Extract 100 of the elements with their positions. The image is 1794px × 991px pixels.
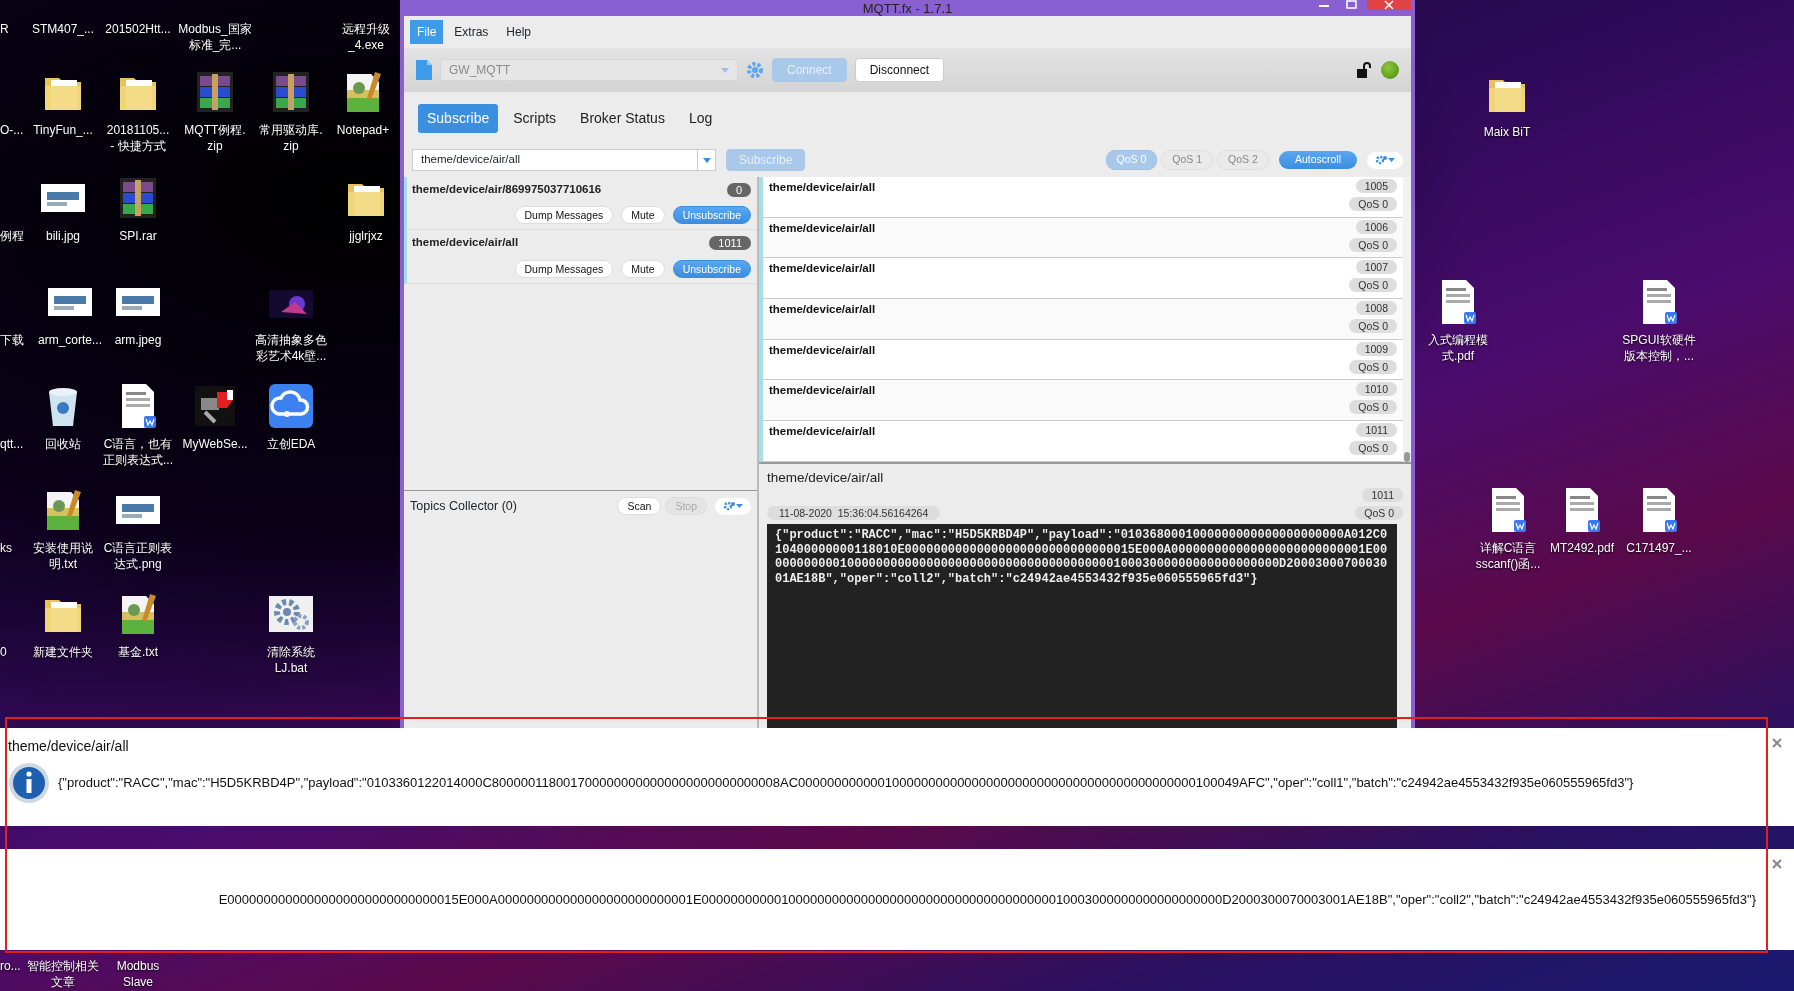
caret-icon [721, 67, 729, 73]
notification-message: {"product":"RACC","mac":"H5D5KRBD4P","payload":"0103360122014000C8000001180017000000000000000000000000008AC0000000000001000000000000000000000000000000000000000000100049AFC","oper":"coll1","batch":"c24942ae4553432f935e060555965fd3"} [58, 774, 1634, 793]
icon-label[interactable]: qtt... [0, 436, 24, 452]
icon-label[interactable]: jjglrjxz [349, 228, 383, 244]
message-number: 1009 [1355, 341, 1397, 356]
icon-label[interactable]: Modbus_国家标准_完... [177, 21, 253, 53]
icon-label[interactable]: Modbus Slave [100, 958, 176, 990]
settings-dropdown[interactable] [1367, 151, 1403, 169]
gear-caret-icon [723, 501, 743, 512]
qos-label: QoS 0 [1349, 359, 1397, 374]
icon-label[interactable]: 常用驱动库. zip [259, 122, 323, 154]
settings-dropdown[interactable] [715, 497, 751, 515]
disconnect-button[interactable]: Disconnect [854, 58, 945, 82]
tab[interactable]: Broker Status [571, 104, 674, 133]
icon-label[interactable]: C语言正则表达式.png [101, 540, 175, 572]
icon-label[interactable]: ks [0, 540, 12, 556]
icon-label[interactable]: 高清抽象多色彩艺术4k壁... [254, 332, 328, 364]
message-number: 1005 [1355, 179, 1397, 193]
icon-label[interactable]: bili.jpg [46, 228, 80, 244]
icon-label[interactable]: C171497_... [1626, 540, 1692, 556]
topic-label: theme/device/air/all [769, 261, 876, 277]
scan-button[interactable]: Scan [617, 497, 662, 516]
icon-label[interactable]: 智能控制相关文章 [25, 958, 101, 990]
message-number: 1007 [1355, 260, 1397, 275]
qos-label: QoS 0 [1349, 441, 1397, 456]
subscription-card[interactable]: theme/device/air/869975037710616 0 Dump Messages Mute Unsubscribe [404, 177, 757, 231]
icon-label[interactable]: SPI.rar [119, 228, 157, 244]
qos-label: QoS 0 [1349, 278, 1397, 293]
panel-title: Topics Collector (0) [410, 498, 517, 515]
info-icon [8, 762, 50, 804]
icon-label[interactable]: 例程 [0, 228, 24, 244]
mute-button[interactable]: Mute [621, 259, 665, 278]
scrollbar-thumb[interactable] [1404, 452, 1410, 462]
message-row[interactable]: theme/device/air/all 1009 QoS 0 [763, 339, 1403, 381]
notification-title: theme/device/air/all [8, 737, 129, 756]
icon-label[interactable]: O-... [0, 122, 24, 138]
icon-label[interactable]: 20181105... - 快捷方式 [106, 122, 170, 154]
menu-item[interactable]: Help [499, 20, 539, 44]
message-row[interactable]: theme/device/air/all 1010 QoS 0 [763, 380, 1403, 422]
notification-message: E00000000000000000000000000000015E000A000000000000000000000000001E000000000001000000000000000000000000000000000000010003000000000000000000D2000300070003001AE18B","oper":"coll2","batch":"c24942ae4553432f935e060555965fd3"} [218, 890, 1756, 909]
dump-messages-button[interactable]: Dump Messages [514, 206, 614, 225]
icon-label[interactable]: Notepad+ [336, 122, 390, 138]
topic-label: theme/device/air/all [769, 383, 876, 399]
cloud-icon[interactable] [267, 382, 315, 430]
icon-label[interactable]: arm.jpeg [114, 332, 162, 348]
close-icon[interactable] [1367, 0, 1411, 10]
message-count: 0 [726, 182, 751, 197]
menu-item[interactable]: Extras [447, 20, 496, 44]
message-number: 1011 [1356, 423, 1397, 438]
icon-label[interactable]: 安装使用说明.txt [26, 540, 100, 572]
icon-label[interactable]: ro... [0, 958, 21, 974]
topic-label: theme/device/air/all [769, 342, 876, 358]
topic-label: theme/device/air/all [769, 302, 876, 318]
close-icon[interactable] [1772, 859, 1782, 870]
mute-button[interactable]: Mute [621, 206, 665, 225]
icon-label[interactable]: C语言，也有正则表达式... [101, 436, 175, 468]
topic-label: theme/device/air/all [769, 180, 876, 195]
icon-label[interactable]: STM407_... [25, 21, 101, 37]
qos-label: QoS 0 [1349, 237, 1397, 252]
tab[interactable]: Scripts [504, 104, 566, 133]
message-row[interactable]: theme/device/air/all 1011 QoS 0 [763, 421, 1403, 462]
dump-messages-button[interactable]: Dump Messages [514, 259, 614, 278]
icon-label[interactable]: 新建文件夹 [33, 644, 93, 660]
icon-label[interactable]: 远程升级 _4.exe [328, 21, 404, 53]
tab[interactable]: Log [679, 104, 722, 133]
icon-label[interactable]: MQTT例程. zip [184, 122, 246, 154]
qos-label: QoS 0 [1349, 197, 1397, 211]
icon-label[interactable]: 0 [0, 644, 7, 660]
icon-label[interactable]: TinyFun_... [33, 122, 93, 138]
icon-label[interactable]: 清除系统 LJ.bat [267, 644, 315, 676]
icon-label[interactable]: 回收站 [45, 436, 81, 452]
gear-caret-icon [1375, 155, 1395, 165]
caret-icon [702, 157, 711, 163]
topic-label: theme/device/air/869975037710616 [412, 182, 602, 197]
icon-label[interactable]: 下载 [0, 332, 24, 348]
icon-label[interactable]: 详解C语言 sscanf()函... [1475, 540, 1541, 572]
icon-label[interactable]: MT2492.pdf [1549, 540, 1614, 556]
icon-label[interactable]: Maix BiT [1483, 124, 1531, 140]
topic-label: theme/device/air/all [769, 220, 876, 236]
qos-label: QoS 0 [1349, 400, 1397, 415]
message-row[interactable]: theme/device/air/all 1007 QoS 0 [763, 258, 1403, 300]
subscription-card[interactable]: theme/device/air/all 1011 Dump Messages Mute Unsubscribe [404, 230, 757, 284]
icon-label[interactable]: SPGUI软硬件版本控制，... [1622, 332, 1696, 364]
message-number: 1006 [1355, 219, 1397, 234]
message-number: 1011 [1362, 488, 1403, 503]
icon-label[interactable]: 入式编程模式.pdf [1421, 332, 1495, 364]
timestamp: 11-08-2020 15:36:04.56164264 [767, 506, 941, 521]
topic-combo-field[interactable]: theme/device/air/all [412, 149, 716, 171]
message-row[interactable]: theme/device/air/all 1008 QoS 0 [763, 299, 1403, 340]
icon-label[interactable]: 201502Htt... [100, 21, 176, 37]
message-number: 1008 [1355, 301, 1397, 316]
close-icon[interactable] [1772, 738, 1782, 749]
topic-label: theme/device/air/all [769, 424, 876, 440]
message-row[interactable]: theme/device/air/all 1005 QoS 0 [763, 177, 1403, 218]
icon-label[interactable]: 立创EDA [266, 436, 316, 452]
icon-label[interactable]: 基金.txt [118, 644, 158, 660]
message-row[interactable]: theme/device/air/all 1006 QoS 0 [763, 217, 1403, 259]
icon-label[interactable]: MyWebSe... [182, 436, 248, 452]
icon-label[interactable]: arm_corte... [38, 332, 102, 348]
icon-label[interactable]: R [0, 21, 9, 37]
